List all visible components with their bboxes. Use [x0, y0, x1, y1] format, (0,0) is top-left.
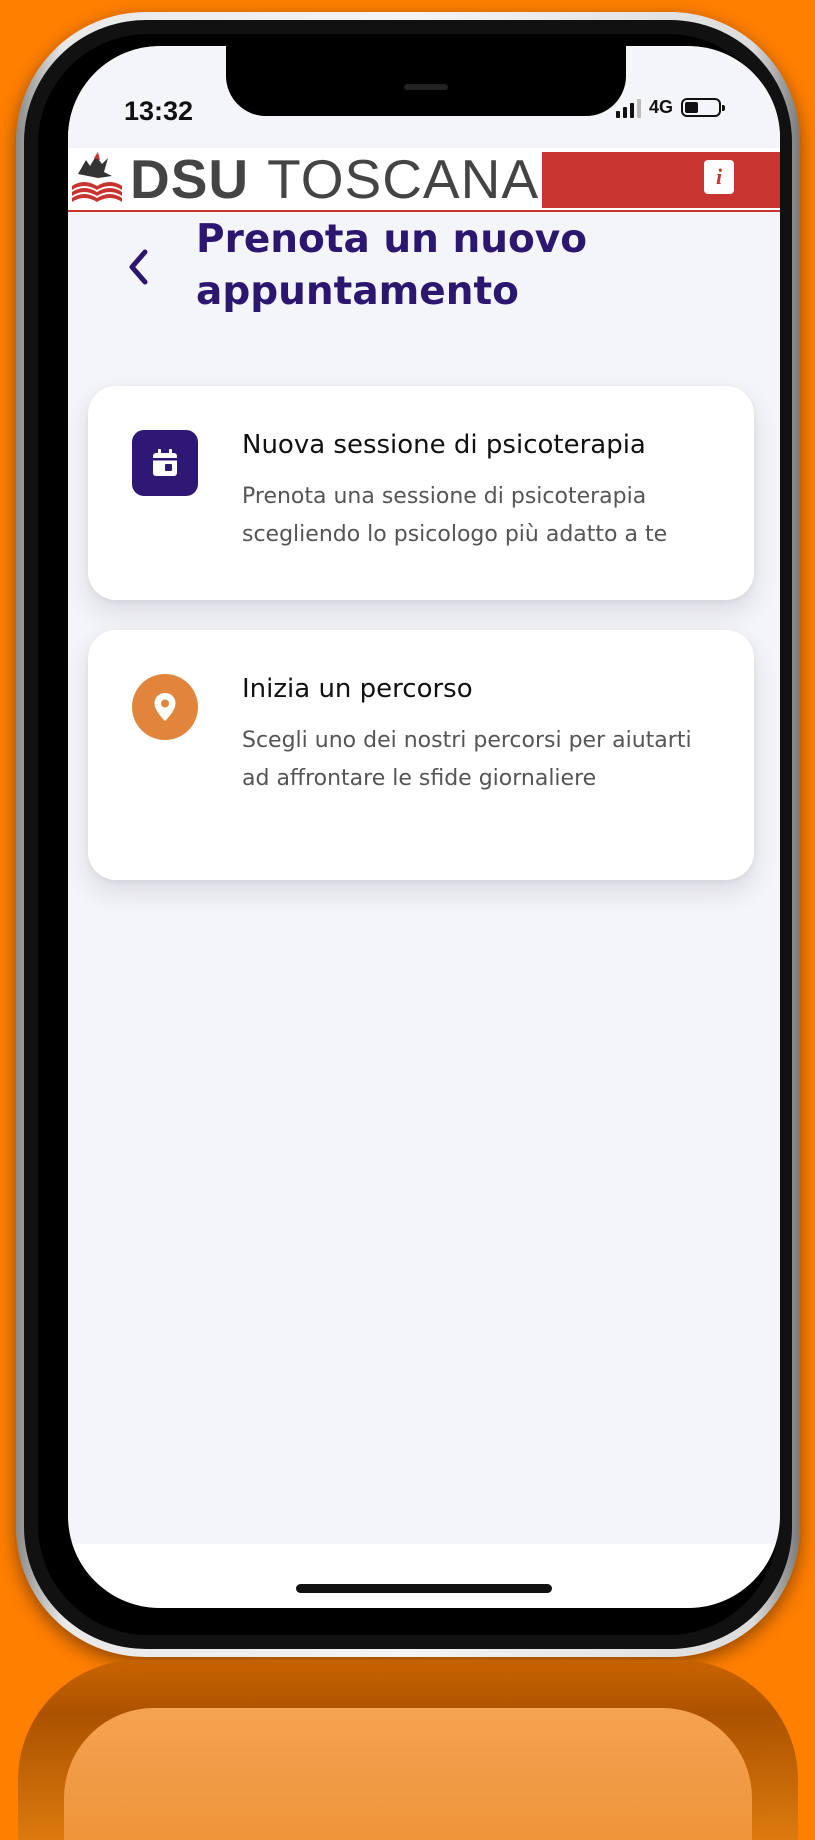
status-bar: 13:32 4G	[68, 46, 780, 146]
back-button[interactable]	[118, 242, 158, 292]
status-time: 13:32	[124, 96, 194, 126]
brand-wordmark: DSU TOSCANA	[130, 148, 539, 210]
dsu-logo-icon	[72, 152, 122, 202]
option-title: Inizia un percorso	[242, 674, 473, 704]
brand-light: TOSCANA	[267, 148, 540, 210]
brand-bold: DSU	[130, 148, 250, 210]
option-description: Scegli uno dei nostri percorsi per aiuta…	[242, 728, 692, 791]
signal-icon	[616, 96, 641, 118]
info-button[interactable]: i	[704, 160, 734, 194]
speaker-grille	[404, 84, 448, 90]
bottom-bar	[68, 1544, 780, 1608]
notch	[226, 46, 626, 116]
option-card-psychotherapy[interactable]: Nuova sessione di psicoterapia Prenota u…	[88, 386, 754, 600]
app-screen: 13:32 4G DSU TOSCANA i Prenota un nuovo …	[68, 46, 780, 1608]
chevron-left-icon	[129, 249, 148, 285]
option-card-pathway[interactable]: Inizia un percorso Scegli uno dei nostri…	[88, 630, 754, 880]
home-indicator[interactable]	[296, 1584, 552, 1593]
location-pin-icon	[132, 674, 198, 740]
status-indicators: 4G	[616, 96, 726, 118]
phone-reflection-inner	[64, 1708, 752, 1840]
calendar-icon	[132, 430, 198, 496]
option-title: Nuova sessione di psicoterapia	[242, 430, 646, 460]
option-description: Prenota una sessione di psicoterapia sce…	[242, 484, 668, 547]
page-title: Prenota un nuovo appuntamento	[196, 217, 588, 314]
app-header: DSU TOSCANA i	[68, 148, 780, 212]
battery-icon	[681, 97, 726, 117]
phone-reflection	[18, 1660, 798, 1840]
header-accent-bar	[542, 152, 780, 208]
network-type: 4G	[649, 96, 674, 117]
